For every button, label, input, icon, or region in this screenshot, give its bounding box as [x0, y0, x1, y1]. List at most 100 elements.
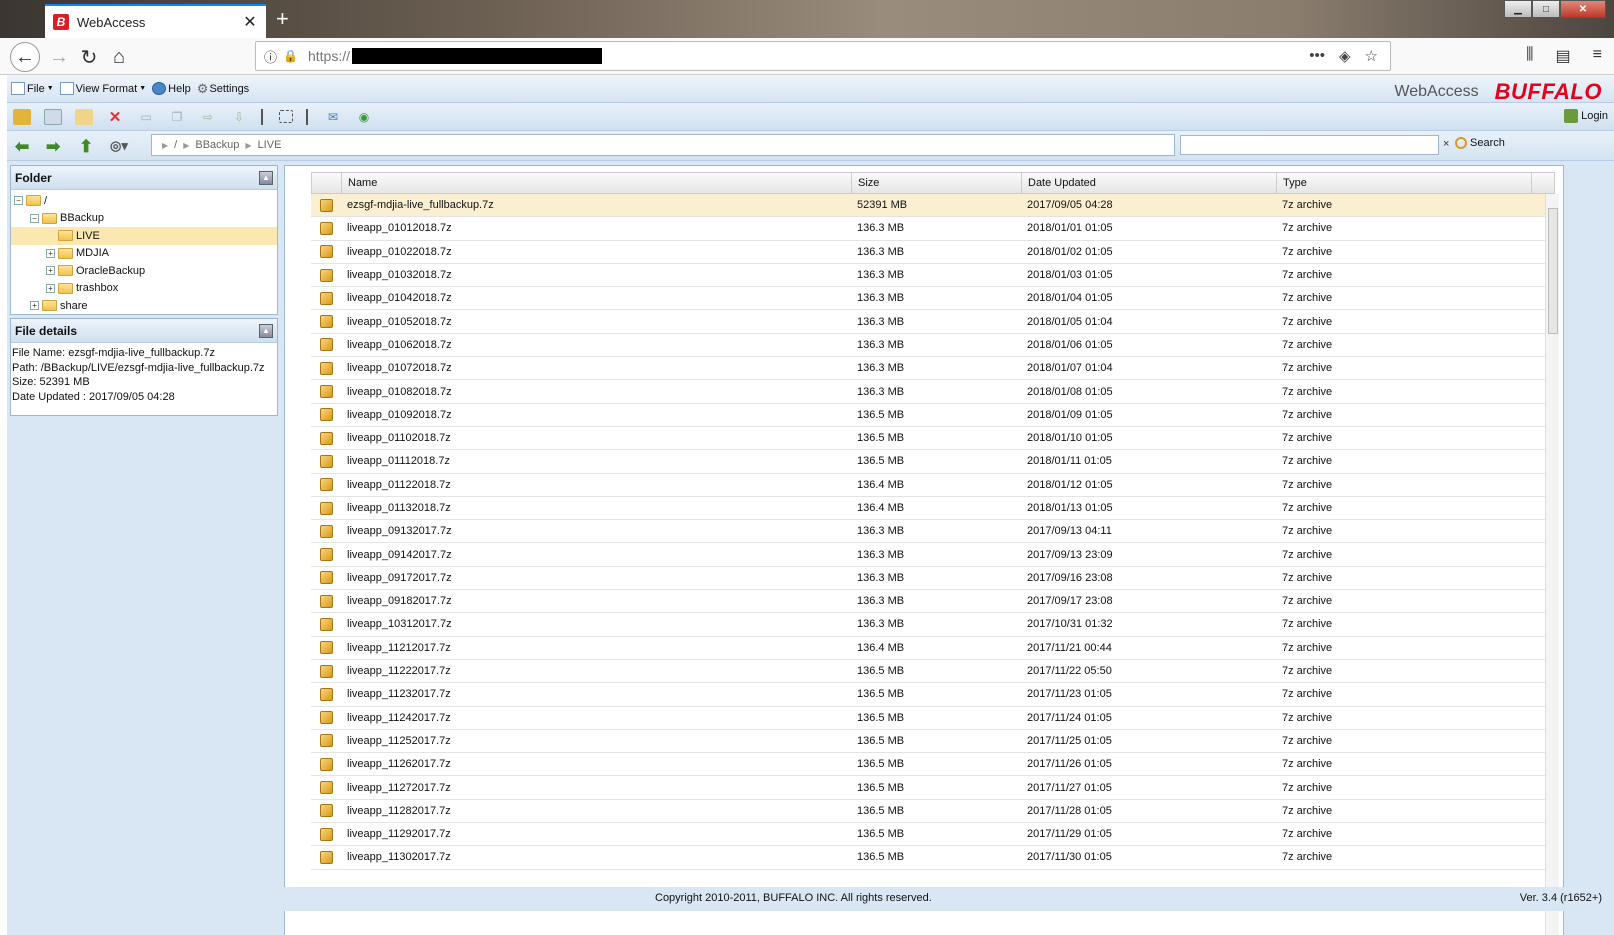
home-button[interactable]: ⌂ [104, 42, 134, 72]
search-input[interactable] [1180, 135, 1439, 155]
history-icon[interactable]: ◎▾ [110, 138, 128, 154]
table-row[interactable]: liveapp_11232017.7z 136.5 MB 2017/11/23 01… [311, 683, 1555, 707]
table-row[interactable]: liveapp_01042018.7z 136.3 MB 2018/01/04 01… [311, 287, 1555, 311]
scrollbar-thumb[interactable] [1548, 208, 1558, 334]
move-icon[interactable]: ⇨ [199, 109, 217, 125]
new-file-icon[interactable] [44, 108, 62, 125]
table-row[interactable]: liveapp_09142017.7z 136.3 MB 2017/09/13 23… [311, 543, 1555, 567]
table-row[interactable]: ezsgf-mdjia-live_fullbackup.7z 52391 MB 20… [311, 194, 1555, 218]
table-row[interactable]: liveapp_11222017.7z 136.5 MB 2017/11/22 05… [311, 660, 1555, 684]
breadcrumb-live[interactable]: LIVE [258, 139, 282, 151]
download-icon[interactable]: ⇩ [230, 109, 248, 125]
table-row[interactable]: liveapp_09132017.7z 136.3 MB 2017/09/13 04… [311, 520, 1555, 544]
tree-node[interactable]: − / [11, 192, 277, 210]
send-mail-icon[interactable]: ✉ [324, 109, 342, 125]
back-button[interactable]: ← [10, 42, 40, 72]
table-row[interactable]: liveapp_11212017.7z 136.4 MB 2017/11/21 00… [311, 637, 1555, 660]
tree-node[interactable]: + trashbox [11, 280, 277, 298]
menu-file[interactable]: File ▼ [11, 82, 54, 95]
table-row[interactable]: liveapp_01012018.7z 136.3 MB 2018/01/01 01… [311, 217, 1555, 241]
table-row[interactable]: liveapp_01062018.7z 136.3 MB 2018/01/06 01… [311, 334, 1555, 358]
sidebar-icon[interactable]: ▤ [1556, 46, 1571, 66]
pocket-icon[interactable]: ◈ [1339, 47, 1351, 65]
expand-toggle-icon[interactable]: − [30, 213, 39, 223]
back-arrow-icon[interactable]: ⬅ [15, 137, 29, 157]
type-column-header[interactable]: Type [1277, 173, 1532, 193]
library-icon[interactable]: ⫼ [1526, 46, 1533, 66]
select-all-icon[interactable] [279, 110, 293, 123]
expand-toggle-icon[interactable]: − [14, 196, 23, 206]
table-row[interactable]: liveapp_11262017.7z 136.5 MB 2017/11/26 01… [311, 753, 1555, 777]
menu-view-format[interactable]: View Format ▼ [59, 82, 146, 95]
table-row[interactable]: liveapp_01032018.7z 136.3 MB 2018/01/03 01… [311, 264, 1555, 288]
table-row[interactable]: liveapp_11292017.7z 136.5 MB 2017/11/29 01… [311, 823, 1555, 847]
table-row[interactable]: liveapp_11272017.7z 136.5 MB 2017/11/27 01… [311, 776, 1555, 800]
lock-warning-icon[interactable]: 🔒 [283, 49, 298, 63]
file-name: liveapp_01102018.7z [347, 432, 451, 445]
table-row[interactable]: liveapp_11242017.7z 136.5 MB 2017/11/24 01… [311, 707, 1555, 730]
tree-node[interactable]: + share [11, 297, 277, 315]
rename-icon[interactable]: ▭ [137, 109, 155, 125]
close-tab-icon[interactable]: ✕ [240, 12, 260, 32]
table-row[interactable]: liveapp_11282017.7z 136.5 MB 2017/11/28 01… [311, 800, 1555, 824]
date-column-header[interactable]: Date Updated [1022, 173, 1277, 193]
table-row[interactable]: liveapp_01132018.7z 136.4 MB 2018/01/13 01… [311, 497, 1555, 521]
maximize-icon[interactable]: □ [1532, 0, 1560, 18]
table-row[interactable]: liveapp_01112018.7z 136.5 MB 2018/01/11 01… [311, 450, 1555, 474]
table-row[interactable]: liveapp_01022018.7z 136.3 MB 2018/01/02 01… [311, 241, 1555, 264]
search-clear-icon[interactable]: × [1443, 138, 1449, 150]
file-type: 7z archive [1282, 851, 1333, 864]
name-column-header[interactable]: Name [342, 173, 852, 193]
table-row[interactable]: liveapp_01092018.7z 136.5 MB 2018/01/09 01… [311, 404, 1555, 427]
tree-node[interactable]: LIVE [11, 227, 277, 245]
login-button[interactable]: Login [1564, 109, 1608, 123]
menu-settings[interactable]: ⚙ Settings [197, 81, 249, 97]
path-field[interactable]: ▶ / ▶ BBackup ▶ LIVE [151, 134, 1175, 156]
expand-toggle-icon[interactable]: + [46, 283, 55, 293]
tree-node[interactable]: + OracleBackup [11, 262, 277, 280]
table-row[interactable]: liveapp_01122018.7z 136.4 MB 2018/01/12 01… [311, 474, 1555, 497]
table-row[interactable]: liveapp_01082018.7z 136.3 MB 2018/01/08 01… [311, 380, 1555, 404]
collapse-panel-icon[interactable]: ▲ [259, 323, 273, 338]
minimize-icon[interactable]: ▁ [1504, 0, 1532, 18]
info-icon[interactable]: ⓘ [264, 47, 277, 66]
share-link-icon[interactable]: ◉ [355, 109, 373, 125]
expand-toggle-icon[interactable]: + [46, 248, 55, 258]
copy-icon[interactable]: ❐ [168, 109, 186, 125]
tree-node[interactable]: − BBackup [11, 210, 277, 228]
hamburger-menu-icon[interactable]: ≡ [1593, 46, 1602, 66]
table-row[interactable]: liveapp_09172017.7z 136.3 MB 2017/09/16 23… [311, 567, 1555, 591]
table-row[interactable]: liveapp_01052018.7z 136.3 MB 2018/01/05 01… [311, 310, 1555, 334]
table-row[interactable]: liveapp_11252017.7z 136.5 MB 2017/11/25 01… [311, 730, 1555, 754]
expand-toggle-icon[interactable]: + [46, 266, 55, 276]
up-arrow-icon[interactable]: ⬆ [79, 137, 93, 157]
table-row[interactable]: liveapp_01072018.7z 136.3 MB 2018/01/07 01… [311, 357, 1555, 381]
size-column-header[interactable]: Size [852, 173, 1022, 193]
table-row[interactable]: liveapp_01102018.7z 136.5 MB 2018/01/10 01… [311, 427, 1555, 451]
forward-button[interactable]: → [44, 42, 74, 72]
url-bar[interactable]: ⓘ 🔒 https:// ••• ◈ ☆ [255, 41, 1391, 71]
menu-help[interactable]: Help [152, 82, 191, 95]
search-button[interactable]: Search [1455, 137, 1505, 149]
tree-node[interactable]: + MDJIA [11, 245, 277, 263]
reload-button[interactable]: ↻ [74, 42, 104, 72]
buffalo-favicon-icon: B [53, 14, 69, 30]
bookmark-star-icon[interactable]: ☆ [1365, 47, 1378, 65]
table-row[interactable]: liveapp_09182017.7z 136.3 MB 2017/09/17 23… [311, 590, 1555, 614]
vertical-scrollbar[interactable] [1545, 194, 1559, 935]
upload-folder-icon[interactable] [13, 108, 31, 125]
breadcrumb-root[interactable]: / [174, 139, 177, 151]
forward-arrow-icon[interactable]: ➡ [46, 137, 60, 157]
table-row[interactable]: liveapp_10312017.7z 136.3 MB 2017/10/31 01… [311, 613, 1555, 637]
breadcrumb-bbackup[interactable]: BBackup [195, 139, 239, 151]
expand-toggle-icon[interactable]: + [30, 301, 39, 311]
window-close-icon[interactable]: ✕ [1560, 0, 1606, 18]
delete-icon[interactable]: ✕ [106, 109, 124, 126]
new-tab-button[interactable]: + [276, 6, 289, 32]
new-folder-icon[interactable] [75, 108, 93, 125]
file-type: 7z archive [1282, 408, 1333, 421]
page-actions-icon[interactable]: ••• [1309, 47, 1325, 65]
collapse-panel-icon[interactable]: ▲ [259, 170, 273, 185]
table-row[interactable]: liveapp_11302017.7z 136.5 MB 2017/11/30 01… [311, 846, 1555, 870]
browser-tab[interactable]: B WebAccess ✕ [45, 4, 266, 38]
